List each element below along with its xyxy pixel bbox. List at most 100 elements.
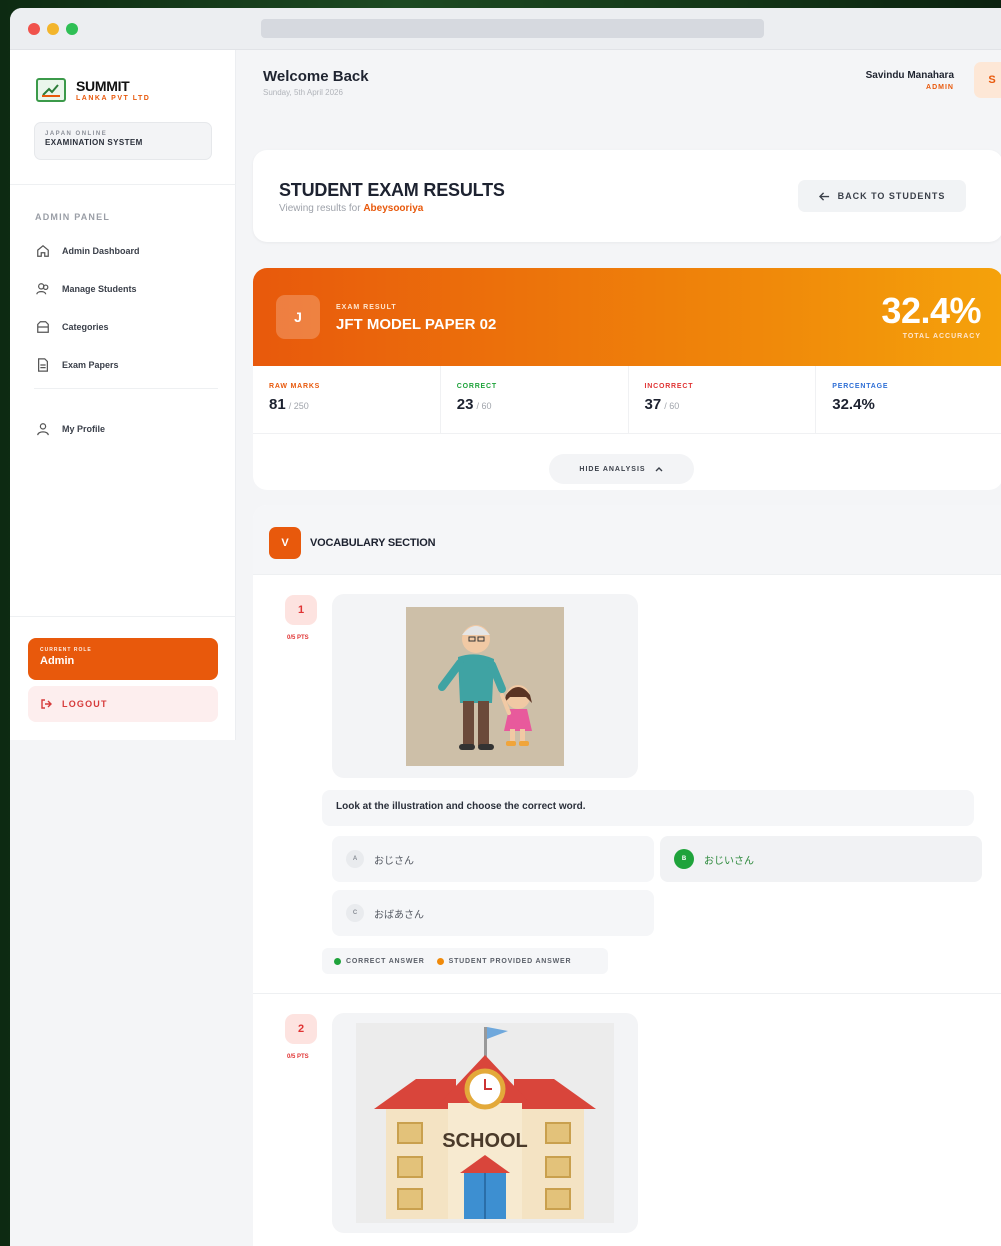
back-to-students-button[interactable]: BACK TO STUDENTS xyxy=(798,180,966,212)
avatar[interactable]: S xyxy=(974,62,1001,98)
stat-label: RAW MARKS xyxy=(269,383,321,390)
exam-result-card: J EXAM RESULT JFT MODEL PAPER 02 32.4% T… xyxy=(253,268,1001,490)
hide-analysis-button[interactable]: HIDE ANALYSIS xyxy=(549,454,694,484)
option-text: おじいさん xyxy=(704,855,754,867)
system-label-box: JAPAN ONLINE EXAMINATION SYSTEM xyxy=(34,122,212,160)
welcome-heading: Welcome Back xyxy=(263,68,369,85)
stat-value: 23 xyxy=(456,396,474,413)
brand-subtitle: LANKA PVT LTD xyxy=(76,94,151,102)
option-letter: B xyxy=(674,849,694,869)
result-banner: J EXAM RESULT JFT MODEL PAPER 02 32.4% T… xyxy=(253,268,1001,366)
sidebar-divider xyxy=(10,184,236,185)
browser-titlebar xyxy=(10,8,1001,50)
legend-student-label: STUDENT PROVIDED ANSWER xyxy=(448,957,572,965)
option-text: おばあさん xyxy=(374,909,424,921)
stat-denominator: / 60 xyxy=(664,401,680,411)
question-points: 0/5 PTS xyxy=(287,635,309,641)
system-label-line1: JAPAN ONLINE xyxy=(45,131,108,137)
question-text: Look at the illustration and choose the … xyxy=(322,790,974,826)
question-number: 2 xyxy=(285,1014,317,1044)
stat-denominator: / 250 xyxy=(288,401,309,411)
total-accuracy-value: 32.4% xyxy=(881,290,981,331)
exam-badge: J xyxy=(276,295,320,339)
home-icon xyxy=(37,244,49,257)
sidebar-item-label: Exam Papers xyxy=(62,360,119,370)
section-header: V VOCABULARY SECTION xyxy=(253,505,1001,575)
stat-percentage: PERCENTAGE 32.4% xyxy=(816,366,1001,433)
stat-incorrect: INCORRECT 37/ 60 xyxy=(629,366,817,433)
current-date: Sunday, 5th April 2026 xyxy=(263,88,343,97)
stat-value: 32.4% xyxy=(832,396,875,413)
school-sign-text: SCHOOL xyxy=(442,1130,528,1152)
sidebar-item-label: Manage Students xyxy=(62,284,137,294)
stat-label: PERCENTAGE xyxy=(832,383,889,390)
page-title-card: STUDENT EXAM RESULTS Viewing results for… xyxy=(253,150,1001,242)
sidebar-divider xyxy=(34,388,218,389)
chevron-up-icon xyxy=(655,467,663,472)
users-icon xyxy=(36,283,49,295)
user-icon xyxy=(37,423,49,436)
answer-legend: CORRECT ANSWER STUDENT PROVIDED ANSWER xyxy=(322,948,608,974)
sidebar-item-admin-dashboard[interactable]: Admin Dashboard xyxy=(36,244,140,258)
stat-correct: CORRECT 23/ 60 xyxy=(441,366,629,433)
stat-denominator: / 60 xyxy=(476,401,492,411)
logout-label: LOGOUT xyxy=(62,699,108,709)
close-window-button[interactable] xyxy=(28,23,40,35)
option-letter: A xyxy=(346,850,364,868)
legend-correct-label: CORRECT ANSWER xyxy=(346,957,425,965)
admin-panel-label: ADMIN PANEL xyxy=(35,212,111,222)
back-button-label: BACK TO STUDENTS xyxy=(837,191,946,201)
current-role-value: Admin xyxy=(40,655,75,667)
stat-value: 37 xyxy=(644,396,662,413)
sidebar: SUMMIT LANKA PVT LTD JAPAN ONLINE EXAMIN… xyxy=(10,50,236,740)
vocabulary-section: V VOCABULARY SECTION 1 0/5 PTS Look at t… xyxy=(253,505,1001,1246)
logout-icon xyxy=(41,699,52,709)
exam-name: JFT MODEL PAPER 02 xyxy=(336,316,497,333)
question-image-container xyxy=(332,594,638,778)
user-role: ADMIN xyxy=(926,84,954,91)
stat-label: CORRECT xyxy=(456,383,497,390)
answer-option-b[interactable]: B おじいさん xyxy=(660,836,982,882)
sidebar-item-manage-students[interactable]: Manage Students xyxy=(36,282,137,296)
option-letter: C xyxy=(346,904,364,922)
exam-result-label: EXAM RESULT xyxy=(336,304,397,311)
correct-answer-dot-icon xyxy=(334,957,341,965)
folder-icon xyxy=(37,321,49,333)
brand-logo-icon xyxy=(36,78,66,102)
sidebar-item-categories[interactable]: Categories xyxy=(36,320,109,334)
answer-option-c[interactable]: C おばあさん xyxy=(332,890,654,936)
logout-button[interactable]: LOGOUT xyxy=(28,686,218,722)
sidebar-item-my-profile[interactable]: My Profile xyxy=(36,422,105,436)
current-role-card: CURRENT ROLE Admin xyxy=(28,638,218,680)
answer-option-a[interactable]: A おじさん xyxy=(332,836,654,882)
sidebar-item-label: My Profile xyxy=(62,424,106,434)
stat-raw-marks: RAW MARKS 81/ 250 xyxy=(253,366,441,433)
brand-name: SUMMIT xyxy=(76,77,130,94)
address-bar[interactable] xyxy=(261,19,764,38)
brand-logo-block[interactable]: SUMMIT LANKA PVT LTD xyxy=(36,78,150,102)
stat-value: 81 xyxy=(269,396,286,413)
question-image-container: SCHOOL xyxy=(332,1013,638,1233)
question-points: 0/5 PTS xyxy=(287,1054,309,1060)
arrow-left-icon xyxy=(818,191,829,201)
minimize-window-button[interactable] xyxy=(47,23,59,35)
page-subtitle: Viewing results for Abeysooriya xyxy=(279,203,423,214)
question-divider xyxy=(253,993,1001,994)
grandfather-and-child-illustration xyxy=(406,607,564,766)
total-accuracy-label: TOTAL ACCURACY xyxy=(902,333,981,340)
current-role-label: CURRENT ROLE xyxy=(40,647,92,653)
student-answer-dot-icon xyxy=(436,957,444,965)
subtitle-prefix: Viewing results for xyxy=(279,203,361,214)
sidebar-item-label: Categories xyxy=(62,322,109,332)
system-label-line2: EXAMINATION SYSTEM xyxy=(45,138,143,147)
sidebar-item-exam-papers[interactable]: Exam Papers xyxy=(36,358,119,372)
user-name: Savindu Manahara xyxy=(865,70,954,81)
maximize-window-button[interactable] xyxy=(66,23,78,35)
result-stats: RAW MARKS 81/ 250 CORRECT 23/ 60 INCORRE… xyxy=(253,366,1001,434)
page-title: STUDENT EXAM RESULTS xyxy=(279,180,505,200)
hide-analysis-label: HIDE ANALYSIS xyxy=(579,465,646,473)
document-icon xyxy=(38,358,48,372)
sidebar-divider xyxy=(10,616,236,617)
section-badge: V xyxy=(269,527,301,559)
section-title: VOCABULARY SECTION xyxy=(310,537,436,549)
